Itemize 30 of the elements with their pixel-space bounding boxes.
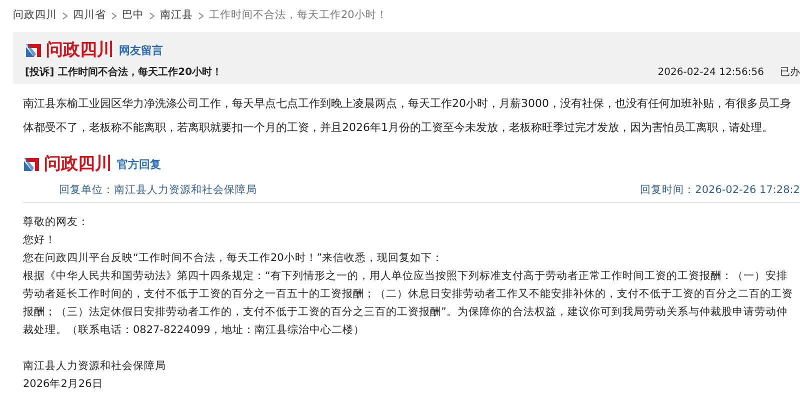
chevron-icon [62, 12, 68, 20]
chevron-icon [149, 12, 155, 20]
chevron-icon [111, 12, 117, 20]
reply-paragraph: 根据《中华人民共和国劳动法》第四十四条规定：“有下列情形之一的，用人单位应当按照下列标准支付高于劳动者正常工作时间工资的工资报酬：（一）安排劳动者延长工作时间的，支付不低于工资的百分之一百五十的工资报酬；（二）休息日安排劳动者工作又不能安排补休的，支付不低于工资的百分之二百的工资报酬；（三）法定休假日安排劳动者工作的，支付不低于工资的百分之三百的工资报酬”。为保障你的合法权益，建议你可到我局劳动关系与仲裁股申请劳动仲裁处理。（联系电话：0827-8224099，地址：南江县综治中心二楼） [23, 269, 794, 338]
question-body: 南江县东榆工业园区华力净洗涤公司工作，每天早点七点工作到晚上凌晨两点，每天工作20小时，月薪3000，没有社保，也没有任何加班补贴，有很多员工身体都受不了，老板称不能离职，若离职就要扣一个月的工资，并且2026年1月份的工资至今未发放，老板称旺季过完才发放，因为害怕员工离职，请处理。 [22, 96, 792, 136]
section-label: 官方回复 [117, 156, 161, 172]
breadcrumb-link[interactable]: 巴中 [122, 8, 144, 24]
breadcrumb-link[interactable]: 问政四川 [13, 8, 57, 24]
brand-name: 问政四川 [46, 42, 114, 59]
reply-unit: 南江县人力资源和社会保障局 [114, 182, 257, 198]
category-tag: [投诉] [25, 65, 54, 80]
post-time: 2026-02-24 12:56:56 [658, 66, 764, 80]
status-label: 已办 [780, 66, 800, 80]
reply-unit-label: 回复单位： [59, 182, 114, 198]
reply-paragraph: 您在问政四川平台反映“工作时间不合法，每天工作20小时！”来信收悉，现回复如下： [23, 251, 444, 266]
reply-time-label: 回复时间： [640, 182, 696, 198]
reply-paragraph: 尊敬的网友： [23, 215, 90, 230]
logo-icon [25, 43, 42, 58]
breadcrumb-link[interactable]: 南江县 [160, 8, 193, 24]
reply-time: 2026-02-26 17:28:2 [695, 182, 800, 198]
chevron-icon [198, 12, 204, 20]
brand-name: 问政四川 [44, 156, 112, 173]
section-label: 网友留言 [119, 42, 163, 58]
breadcrumb-link[interactable]: 工作时间不合法，每天工作20小时！ [209, 8, 388, 24]
reply-signature: 南江县人力资源和社会保障局 [23, 359, 167, 374]
breadcrumb-link[interactable]: 四川省 [73, 8, 106, 24]
reply-paragraph: 您好！ [23, 233, 57, 248]
question-title: 工作时间不合法，每天工作20小时！ [58, 66, 222, 80]
reply-date: 2026年2月26日 [23, 377, 104, 392]
logo-icon [23, 157, 40, 172]
